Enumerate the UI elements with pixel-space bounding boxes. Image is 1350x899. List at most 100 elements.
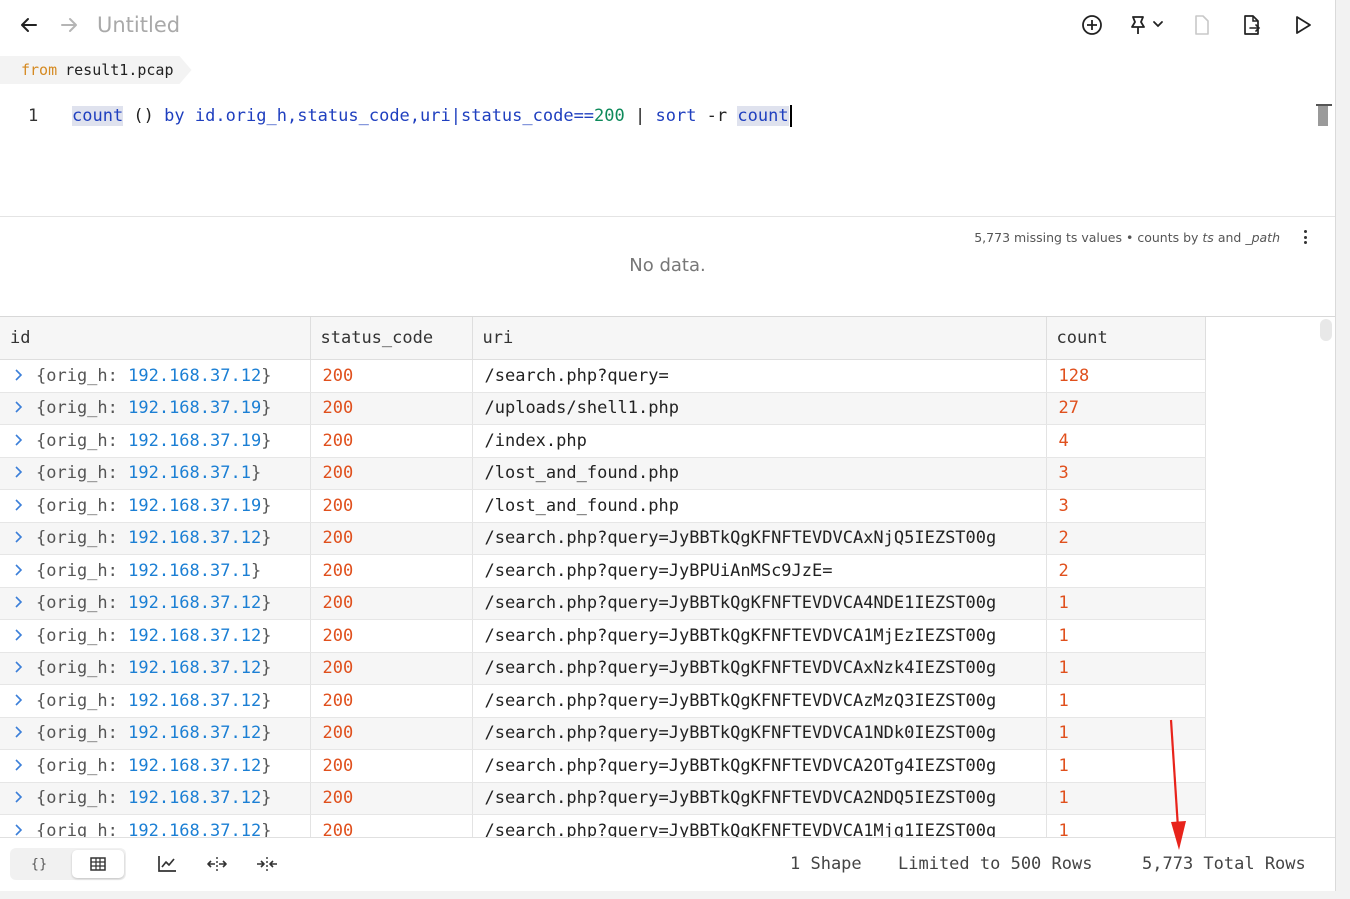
expand-chevron-icon[interactable] xyxy=(14,658,24,678)
cell-status-code[interactable]: 200 xyxy=(310,489,473,523)
expand-chevron-icon[interactable] xyxy=(14,626,24,646)
cell-status-code[interactable]: 200 xyxy=(310,814,473,837)
cell-count[interactable]: 128 xyxy=(1046,359,1206,393)
cell-status-code[interactable]: 200 xyxy=(310,782,473,815)
cell-count[interactable]: 2 xyxy=(1046,522,1206,555)
cell-status-code[interactable]: 200 xyxy=(310,684,473,718)
cell-id[interactable]: {orig_h: 192.168.37.12} xyxy=(0,522,311,555)
run-play-icon[interactable] xyxy=(1291,12,1315,38)
table-row[interactable]: {orig_h: 192.168.37.19} 200/uploads/shell… xyxy=(0,392,1206,425)
cell-uri[interactable]: /search.php?query= xyxy=(472,359,1047,393)
cell-uri[interactable]: /search.php?query=JyBBTkQgKFNFTEVDVCAxNz… xyxy=(472,652,1047,685)
cell-id[interactable]: {orig_h: 192.168.37.12} xyxy=(0,652,311,685)
cell-id[interactable]: {orig_h: 192.168.37.1} xyxy=(0,554,311,588)
cell-uri[interactable]: /search.php?query=JyBBTkQgKFNFTEVDVCA4ND… xyxy=(472,587,1047,620)
export-file-icon[interactable] xyxy=(1240,12,1264,38)
cell-uri[interactable]: /uploads/shell1.php xyxy=(472,392,1047,425)
more-options-icon[interactable] xyxy=(1298,227,1312,247)
cell-id[interactable]: {orig_h: 192.168.37.12} xyxy=(0,587,311,620)
forward-arrow-icon[interactable] xyxy=(56,12,82,38)
cell-status-code[interactable]: 200 xyxy=(310,359,473,393)
expand-chevron-icon[interactable] xyxy=(14,756,24,776)
cell-uri[interactable]: /search.php?query=JyBBTkQgKFNFTEVDVCA2OT… xyxy=(472,749,1047,783)
cell-status-code[interactable]: 200 xyxy=(310,522,473,555)
cell-uri[interactable]: /lost_and_found.php xyxy=(472,489,1047,523)
table-row[interactable]: {orig_h: 192.168.37.19} 200/lost_and_foun… xyxy=(0,489,1206,523)
table-row[interactable]: {orig_h: 192.168.37.19} 200/index.php 4 xyxy=(0,424,1206,458)
table-row[interactable]: {orig_h: 192.168.37.1} 200/search.php?que… xyxy=(0,554,1206,588)
cell-count[interactable]: 1 xyxy=(1046,749,1206,783)
cell-id[interactable]: {orig_h: 192.168.37.12} xyxy=(0,749,311,783)
expand-chevron-icon[interactable] xyxy=(14,496,24,516)
cell-uri[interactable]: /search.php?query=JyBBTkQgKFNFTEVDVCA1Mj… xyxy=(472,619,1047,653)
cell-status-code[interactable]: 200 xyxy=(310,554,473,588)
cell-uri[interactable]: /lost_and_found.php xyxy=(472,457,1047,490)
expand-chevron-icon[interactable] xyxy=(14,723,24,743)
cell-status-code[interactable]: 200 xyxy=(310,619,473,653)
table-row[interactable]: {orig_h: 192.168.37.12} 200/search.php?qu… xyxy=(0,587,1206,620)
expand-chevron-icon[interactable] xyxy=(14,593,24,613)
json-view-button[interactable]: {} xyxy=(14,850,64,878)
column-header-status-code[interactable]: status_code xyxy=(310,317,473,360)
cell-id[interactable]: {orig_h: 192.168.37.19} xyxy=(0,392,311,425)
cell-count[interactable]: 1 xyxy=(1046,684,1206,718)
table-row[interactable]: {orig_h: 192.168.37.12} 200/search.php?qu… xyxy=(0,652,1206,685)
expand-chevron-icon[interactable] xyxy=(14,561,24,581)
cell-count[interactable]: 2 xyxy=(1046,554,1206,588)
table-row[interactable]: {orig_h: 192.168.37.1} 200/lost_and_found… xyxy=(0,457,1206,490)
expand-chevron-icon[interactable] xyxy=(14,788,24,808)
expand-chevron-icon[interactable] xyxy=(14,821,24,837)
cell-status-code[interactable]: 200 xyxy=(310,457,473,490)
cell-uri[interactable]: /search.php?query=JyBBTkQgKFNFTEVDVCA1Mj… xyxy=(472,814,1047,837)
expand-chevron-icon[interactable] xyxy=(14,691,24,711)
expand-chevron-icon[interactable] xyxy=(14,398,24,418)
column-header-count[interactable]: count xyxy=(1046,317,1206,360)
table-row[interactable]: {orig_h: 192.168.37.12} 200/search.php?qu… xyxy=(0,782,1206,815)
results-table[interactable]: id status_code uri count {orig_h: 192.16… xyxy=(0,316,1335,837)
cell-id[interactable]: {orig_h: 192.168.37.12} xyxy=(0,359,311,393)
cell-count[interactable]: 1 xyxy=(1046,782,1206,815)
cell-status-code[interactable]: 200 xyxy=(310,587,473,620)
table-row[interactable]: {orig_h: 192.168.37.12} 200/search.php?qu… xyxy=(0,717,1206,750)
query-title[interactable]: Untitled xyxy=(97,12,180,38)
expand-chevron-icon[interactable] xyxy=(14,366,24,386)
add-circle-icon[interactable] xyxy=(1080,12,1104,38)
cell-count[interactable]: 1 xyxy=(1046,619,1206,653)
cell-id[interactable]: {orig_h: 192.168.37.12} xyxy=(0,814,311,837)
cell-uri[interactable]: /index.php xyxy=(472,424,1047,458)
table-row[interactable]: {orig_h: 192.168.37.12} 200/search.php?qu… xyxy=(0,359,1206,393)
cell-id[interactable]: {orig_h: 192.168.37.12} xyxy=(0,619,311,653)
column-header-uri[interactable]: uri xyxy=(472,317,1047,360)
column-header-id[interactable]: id xyxy=(0,317,311,360)
cell-id[interactable]: {orig_h: 192.168.37.19} xyxy=(0,424,311,458)
cell-uri[interactable]: /search.php?query=JyBBTkQgKFNFTEVDVCA1ND… xyxy=(472,717,1047,750)
pin-menu-button[interactable] xyxy=(1127,12,1167,38)
collapse-columns-icon[interactable] xyxy=(255,852,279,876)
chart-line-icon[interactable] xyxy=(155,852,179,876)
cell-count[interactable]: 1 xyxy=(1046,717,1206,750)
document-icon[interactable] xyxy=(1190,12,1214,38)
expand-chevron-icon[interactable] xyxy=(14,431,24,451)
cell-status-code[interactable]: 200 xyxy=(310,652,473,685)
table-scrollbar[interactable] xyxy=(1320,319,1332,341)
cell-count[interactable]: 3 xyxy=(1046,489,1206,523)
cell-count[interactable]: 1 xyxy=(1046,814,1206,837)
cell-uri[interactable]: /search.php?query=JyBPUiAnMSc9JzE= xyxy=(472,554,1047,588)
table-view-button[interactable] xyxy=(72,850,124,878)
cell-status-code[interactable]: 200 xyxy=(310,424,473,458)
cell-count[interactable]: 4 xyxy=(1046,424,1206,458)
expand-chevron-icon[interactable] xyxy=(14,528,24,548)
cell-count[interactable]: 1 xyxy=(1046,587,1206,620)
query-editor[interactable]: 1 count () by id.orig_h,status_code,uri|… xyxy=(0,92,1335,217)
table-row[interactable]: {orig_h: 192.168.37.12} 200/search.php?qu… xyxy=(0,619,1206,653)
editor-scrollbar[interactable] xyxy=(1316,104,1332,128)
cell-id[interactable]: {orig_h: 192.168.37.12} xyxy=(0,782,311,815)
table-row[interactable]: {orig_h: 192.168.37.12} 200/search.php?qu… xyxy=(0,684,1206,718)
cell-status-code[interactable]: 200 xyxy=(310,392,473,425)
cell-status-code[interactable]: 200 xyxy=(310,717,473,750)
table-row[interactable]: {orig_h: 192.168.37.12} 200/search.php?qu… xyxy=(0,522,1206,555)
back-arrow-icon[interactable] xyxy=(16,12,42,38)
table-row[interactable]: {orig_h: 192.168.37.12} 200/search.php?qu… xyxy=(0,814,1206,837)
cell-status-code[interactable]: 200 xyxy=(310,749,473,783)
cell-uri[interactable]: /search.php?query=JyBBTkQgKFNFTEVDVCA2ND… xyxy=(472,782,1047,815)
